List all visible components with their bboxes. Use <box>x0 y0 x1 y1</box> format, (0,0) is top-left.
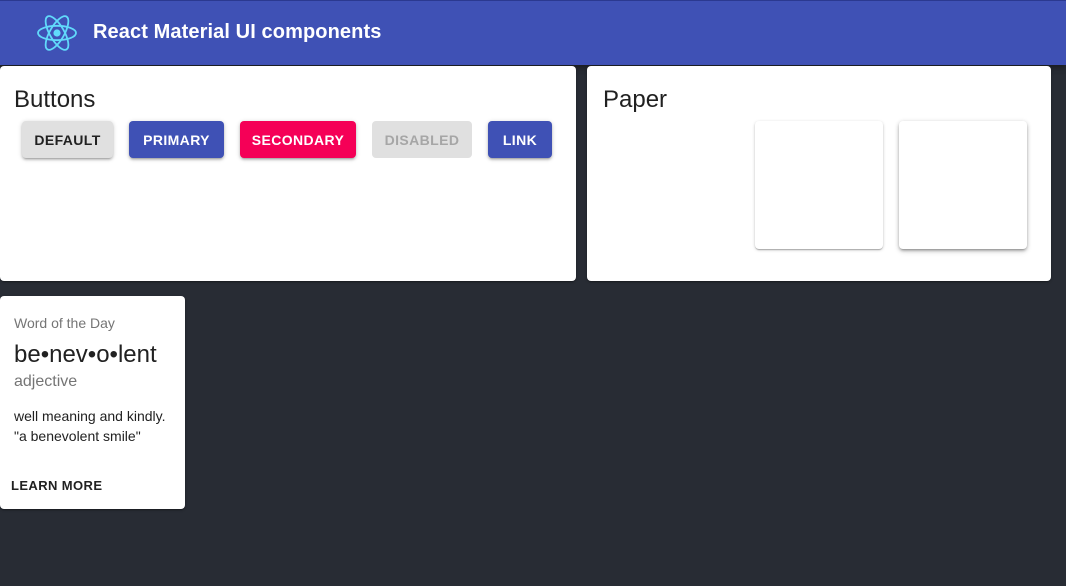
part-of-speech: adjective <box>14 373 78 390</box>
paper-heading: Paper <box>603 86 668 113</box>
default-button[interactable]: Default <box>22 121 113 158</box>
paper-card: Paper <box>587 66 1051 281</box>
secondary-button[interactable]: Secondary <box>240 121 356 158</box>
learn-more-button[interactable]: Learn More <box>4 472 109 498</box>
example-text: "a benevolent smile" <box>14 428 141 444</box>
word-definition: well meaning and kindly. "a benevolent s… <box>14 406 166 446</box>
buttons-heading: Buttons <box>14 86 96 113</box>
word-caption: Word of the Day <box>14 315 115 331</box>
link-button[interactable]: Link <box>488 121 552 158</box>
paper-sample-low-elevation <box>755 121 883 249</box>
react-atom-icon <box>37 15 77 51</box>
buttons-card: Buttons Default Primary Secondary Disabl… <box>0 66 576 281</box>
primary-button[interactable]: Primary <box>129 121 224 158</box>
disabled-button: Disabled <box>372 121 472 158</box>
app-bar: React Material UI components <box>0 0 1066 65</box>
word-title: be•nev•o•lent <box>14 341 157 368</box>
definition-text: well meaning and kindly. <box>14 408 166 424</box>
paper-sample-high-elevation <box>899 121 1027 249</box>
word-of-the-day-card: Word of the Day be•nev•o•lent adjective … <box>0 296 185 509</box>
app-title: React Material UI components <box>93 21 382 43</box>
